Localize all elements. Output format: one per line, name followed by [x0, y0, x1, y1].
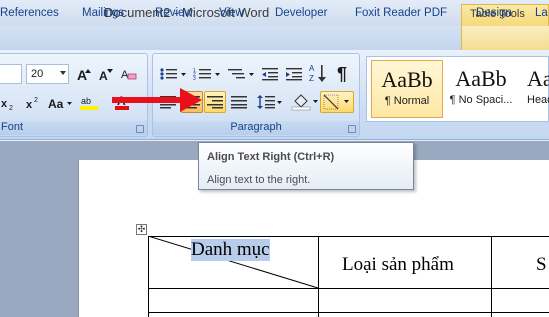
table-border-row — [148, 312, 549, 313]
paragraph-group-label: Paragraph — [153, 121, 359, 135]
svg-text:A: A — [99, 69, 108, 81]
style-name: ¶ No Spaci... — [449, 94, 513, 106]
clear-formatting-icon: A — [121, 69, 137, 81]
table-tools-tab-band — [461, 26, 549, 50]
sort-button[interactable]: AZ — [307, 61, 329, 85]
tooltip: Align Text Right (Ctrl+R) Align text to … — [198, 142, 414, 190]
tooltip-title: Align Text Right (Ctrl+R) — [207, 151, 335, 163]
svg-text:Aa: Aa — [48, 97, 64, 110]
red-arrow-head — [180, 88, 202, 112]
clear-formatting-button[interactable]: A — [118, 63, 140, 85]
tab-mailings[interactable]: Mailings — [82, 7, 124, 19]
shrink-font-button[interactable]: A — [96, 63, 116, 85]
multilevel-list-button[interactable] — [225, 63, 257, 85]
svg-text:¶: ¶ — [337, 64, 347, 82]
font-name-box[interactable] — [0, 64, 22, 84]
show-marks-icon: ¶ — [337, 64, 347, 82]
red-arrow-shaft — [112, 97, 184, 103]
svg-text:A: A — [309, 64, 315, 73]
text-highlight-button[interactable]: ab — [78, 91, 100, 113]
paragraph-dialog-launcher[interactable] — [348, 125, 356, 133]
styles-gallery: AaBb ¶ Normal AaBb ¶ No Spaci... AaB Hea… — [366, 56, 549, 122]
show-hide-marks-button[interactable]: ¶ — [333, 61, 355, 85]
tab-foxit-reader-pdf[interactable]: Foxit Reader PDF — [355, 7, 447, 19]
tab-references[interactable]: References — [0, 7, 59, 19]
font-size-box[interactable]: 20 — [26, 64, 69, 84]
justify-icon — [231, 96, 247, 109]
line-spacing-icon — [257, 95, 282, 109]
numbering-icon: 1 2 3 — [193, 68, 220, 81]
increase-indent-button[interactable] — [283, 63, 305, 85]
style-name: Head — [527, 94, 549, 106]
font-dialog-launcher[interactable] — [136, 125, 144, 133]
multilevel-list-icon — [228, 69, 254, 79]
superscript-icon: x2 — [26, 97, 38, 110]
svg-text:Z: Z — [309, 74, 314, 83]
change-case-button[interactable]: Aa — [46, 92, 74, 114]
tab-design[interactable]: Design — [476, 7, 512, 19]
style-sample: AaBb — [455, 66, 507, 91]
table-cell-text[interactable]: S — [536, 254, 547, 276]
align-right-icon — [207, 96, 223, 109]
style-sample: AaBb — [381, 67, 433, 92]
svg-text:3: 3 — [193, 76, 196, 81]
table-border-col — [491, 236, 492, 317]
font-size-value: 20 — [31, 68, 44, 80]
tooltip-description: Align text to the right. — [207, 174, 311, 186]
align-right-button[interactable] — [204, 91, 226, 113]
svg-text:x: x — [1, 98, 8, 110]
chevron-down-icon — [60, 71, 66, 75]
svg-text:2: 2 — [34, 97, 38, 104]
grow-font-icon: A — [77, 67, 91, 81]
shading-button[interactable] — [289, 91, 321, 113]
subscript-icon: x2 — [1, 98, 13, 110]
borders-button[interactable] — [320, 91, 354, 113]
table-cell-text[interactable]: Danh mục — [191, 239, 270, 261]
tab-review[interactable]: Review — [155, 7, 193, 19]
font-group-label: Font — [0, 121, 147, 135]
grow-font-button[interactable]: A — [74, 63, 94, 85]
svg-text:A: A — [77, 67, 87, 81]
style-heading[interactable]: AaB Head — [519, 60, 549, 118]
line-spacing-button[interactable] — [255, 91, 285, 113]
numbering-button[interactable]: 1 2 3 — [191, 63, 223, 85]
tab-layout[interactable]: La — [535, 7, 548, 19]
style-sample: AaB — [527, 66, 549, 91]
superscript-button[interactable]: x2 — [22, 92, 44, 114]
shrink-font-icon: A — [99, 69, 113, 81]
table-cell-text[interactable]: Loại sản phẩm — [342, 254, 454, 276]
decrease-indent-icon — [262, 68, 278, 81]
style-normal[interactable]: AaBb ¶ Normal — [371, 60, 443, 118]
increase-indent-icon — [286, 68, 302, 81]
tab-view[interactable]: View — [219, 7, 244, 19]
tab-developer[interactable]: Developer — [275, 7, 327, 19]
decrease-indent-button[interactable] — [259, 63, 281, 85]
svg-text:x: x — [26, 99, 33, 110]
bullets-icon — [160, 68, 186, 80]
style-name: ¶ Normal — [384, 95, 430, 107]
subscript-button[interactable]: x2 — [0, 92, 16, 114]
style-no-spacing[interactable]: AaBb ¶ No Spaci... — [445, 60, 517, 118]
svg-text:ab: ab — [81, 96, 91, 106]
svg-text:2: 2 — [9, 105, 13, 110]
justify-button[interactable] — [228, 91, 250, 113]
table-move-handle[interactable]: ✣ — [136, 224, 147, 235]
shading-icon — [291, 94, 318, 111]
sort-icon: AZ — [309, 64, 326, 83]
change-case-icon: Aa — [48, 97, 72, 110]
bullets-button[interactable] — [157, 63, 189, 85]
borders-icon — [323, 94, 349, 110]
highlight-icon: ab — [80, 96, 98, 110]
